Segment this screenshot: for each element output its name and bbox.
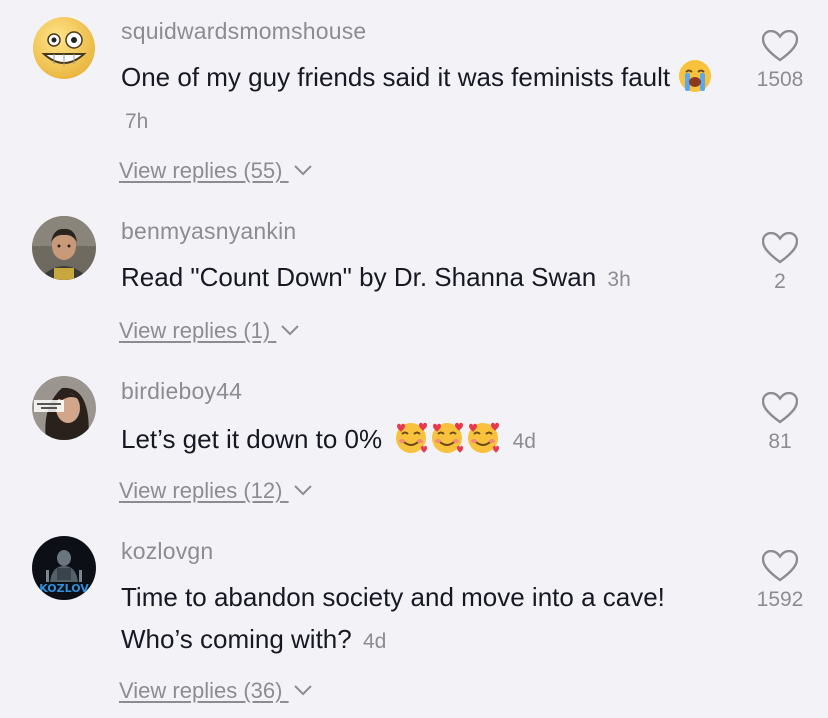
loudly-crying-face-icon [679,60,712,93]
comment-username[interactable]: birdieboy44 [121,378,242,405]
chevron-down-icon [281,325,300,336]
view-replies-link[interactable]: View replies (36) [119,678,313,704]
smiling-face-with-hearts-icon [468,422,500,454]
like-count: 81 [768,430,792,453]
avatar[interactable] [32,16,96,80]
view-replies-link[interactable]: View replies (1) [119,318,300,344]
comment-text: Read "Count Down" by Dr. Shanna Swan 3h [121,256,721,301]
kozlov-logo-avatar-icon: KOZLOV [32,536,96,600]
comment-body: Let’s get it down to 0% [121,424,383,454]
comment-timestamp: 4d [362,630,387,653]
heart-icon [762,550,798,582]
chevron-down-icon [293,685,312,696]
avatar[interactable] [32,376,96,440]
like-count: 1508 [756,68,804,91]
woman-photo-avatar-icon [32,376,96,440]
view-replies-label: View replies (55) [119,158,283,183]
avatar[interactable]: KOZLOV [32,536,96,600]
like-button[interactable]: 1508 [740,30,820,92]
view-replies-link[interactable]: View replies (12) [119,478,313,504]
comment-text: Time to abandon society and move into a … [121,576,701,663]
comment-username[interactable]: kozlovgn [121,538,213,565]
comment-text: Let’s get it down to 0% 4d [121,418,721,463]
smiling-face-with-hearts-icon [432,422,464,454]
comment-username[interactable]: benmyasnyankin [121,218,296,245]
man-photo-avatar-icon [32,216,96,280]
comment-body: One of my guy friends said it was femini… [121,62,671,92]
comment-timestamp: 7h [125,110,149,133]
heart-icon [762,30,798,62]
comment-body: Read "Count Down" by Dr. Shanna Swan [121,262,597,292]
comment-username[interactable]: squidwardsmomshouse [121,18,366,45]
smiling-face-with-hearts-icon [396,422,428,454]
comment-timestamp: 4d [512,430,536,453]
like-count: 2 [774,270,786,293]
chevron-down-icon [293,485,312,496]
like-button[interactable]: 2 [740,232,820,294]
heart-icon [762,392,798,424]
grinning-face-avatar-icon [33,17,95,79]
comment-text: One of my guy friends said it was femini… [121,56,721,143]
heart-icon [762,232,798,264]
like-button[interactable]: 81 [740,392,820,454]
comment-timestamp: 3h [607,268,631,291]
view-replies-link[interactable]: View replies (55) [119,158,313,184]
view-replies-label: View replies (1) [119,318,271,343]
view-replies-label: View replies (12) [119,478,283,503]
like-count: 1592 [756,588,804,611]
chevron-down-icon [293,165,312,176]
kozlov-logo-text: KOZLOV [39,582,89,595]
like-button[interactable]: 1592 [740,550,820,612]
view-replies-label: View replies (36) [119,678,283,703]
comment-body: Time to abandon society and move into a … [121,582,665,654]
avatar[interactable] [32,216,96,280]
